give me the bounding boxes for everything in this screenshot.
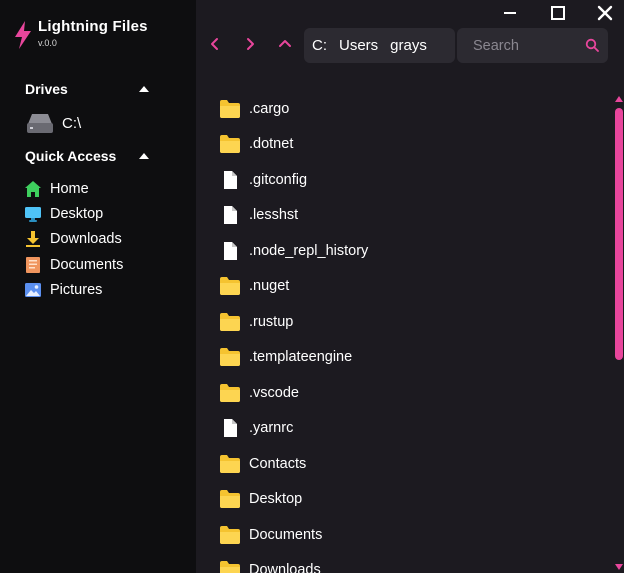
- file-name: .gitconfig: [249, 171, 308, 188]
- folder-icon: [219, 134, 241, 154]
- folder-icon: [219, 383, 241, 403]
- minimize-icon[interactable]: [501, 4, 519, 22]
- folder-icon: [219, 489, 241, 509]
- sidebar-item-label: Documents: [50, 256, 124, 273]
- maximize-icon[interactable]: [549, 4, 567, 22]
- sidebar-item-documents[interactable]: Documents: [24, 252, 123, 277]
- sidebar-item-label: C:\: [62, 114, 82, 132]
- file-icon: [219, 418, 241, 438]
- file-name: .lesshst: [249, 207, 299, 224]
- file-name: Downloads: [249, 562, 321, 573]
- file-row[interactable]: .cargo: [219, 91, 599, 127]
- up-button[interactable]: [277, 35, 293, 53]
- collapse-caret-icon[interactable]: [139, 153, 149, 159]
- drives-heading[interactable]: Drives: [25, 79, 153, 99]
- app-brand: Lightning Files v.0.0: [12, 18, 148, 50]
- breadcrumb-segment[interactable]: grays: [390, 37, 427, 54]
- desktop-icon: [25, 206, 41, 222]
- file-list: .cargo .dotnet .gitconfig .lesshst .node_rep…: [219, 91, 599, 573]
- search-box[interactable]: [457, 28, 608, 63]
- file-name: Contacts: [249, 455, 307, 472]
- sidebar-item-desktop[interactable]: Desktop: [24, 201, 123, 226]
- folder-icon: [219, 276, 241, 296]
- quick-access-heading[interactable]: Quick Access: [25, 146, 153, 166]
- file-icon: [219, 170, 241, 190]
- file-row[interactable]: Downloads: [219, 553, 599, 573]
- file-icon: [219, 205, 241, 225]
- scroll-down-arrow-icon[interactable]: [614, 563, 624, 571]
- sidebar-item-downloads[interactable]: Downloads: [24, 227, 123, 252]
- scroll-up-arrow-icon[interactable]: [614, 95, 624, 103]
- drives-heading-label: Drives: [25, 81, 68, 97]
- scrollbar-thumb[interactable]: [615, 108, 623, 360]
- picture-icon: [25, 282, 41, 297]
- quick-access-heading-label: Quick Access: [25, 148, 117, 164]
- folder-icon: [219, 454, 241, 474]
- file-row[interactable]: .nuget: [219, 269, 599, 305]
- file-row[interactable]: .yarnrc: [219, 411, 599, 447]
- file-name: Desktop: [249, 491, 303, 508]
- sidebar-item-label: Desktop: [50, 205, 104, 222]
- file-row[interactable]: .gitconfig: [219, 162, 599, 198]
- drive-icon: [27, 114, 53, 133]
- back-button[interactable]: [207, 35, 223, 53]
- file-name: .nuget: [249, 278, 290, 295]
- search-input[interactable]: [473, 37, 581, 54]
- file-name: .node_repl_history: [249, 242, 369, 259]
- file-row[interactable]: .vscode: [219, 375, 599, 411]
- file-name: .rustup: [249, 313, 294, 330]
- sidebar-item-drive-c[interactable]: C:\: [26, 111, 81, 135]
- sidebar: Lightning Files v.0.0 Drives C:\ Quick A…: [0, 0, 196, 573]
- folder-icon: [219, 312, 241, 332]
- lightning-icon: [15, 21, 31, 49]
- file-row[interactable]: Contacts: [219, 446, 599, 482]
- sidebar-item-label: Downloads: [50, 231, 122, 248]
- forward-button[interactable]: [242, 35, 258, 53]
- sidebar-item-pictures[interactable]: Pictures: [24, 277, 123, 302]
- download-icon: [26, 231, 40, 248]
- file-name: .templateengine: [249, 349, 353, 366]
- file-name: .vscode: [249, 384, 299, 401]
- file-row[interactable]: .templateengine: [219, 340, 599, 376]
- breadcrumb-segment[interactable]: Users: [339, 37, 378, 54]
- app-title: Lightning Files: [38, 18, 148, 35]
- breadcrumb-segment[interactable]: C:: [312, 37, 327, 54]
- file-name: .cargo: [249, 100, 290, 117]
- sidebar-item-label: Home: [50, 180, 89, 197]
- folder-icon: [219, 525, 241, 545]
- file-name: Documents: [249, 526, 323, 543]
- file-name: .dotnet: [249, 136, 294, 153]
- home-icon: [25, 180, 41, 197]
- file-name: .yarnrc: [249, 420, 294, 437]
- file-row[interactable]: Documents: [219, 517, 599, 553]
- search-icon[interactable]: [585, 38, 599, 52]
- collapse-caret-icon[interactable]: [139, 86, 149, 92]
- file-row[interactable]: .dotnet: [219, 127, 599, 163]
- document-icon: [26, 256, 40, 273]
- sidebar-item-label: Pictures: [50, 281, 103, 298]
- breadcrumb[interactable]: C: Users grays: [304, 28, 455, 63]
- file-row[interactable]: Desktop: [219, 482, 599, 518]
- file-row[interactable]: .lesshst: [219, 198, 599, 234]
- sidebar-item-home[interactable]: Home: [24, 176, 123, 201]
- folder-icon: [219, 347, 241, 367]
- quick-access-list: Home Desktop Downloads Documents Picture…: [24, 176, 123, 302]
- close-icon[interactable]: [596, 4, 614, 22]
- file-icon: [219, 241, 241, 261]
- file-row[interactable]: .rustup: [219, 304, 599, 340]
- folder-icon: [219, 99, 241, 119]
- folder-icon: [219, 560, 241, 573]
- file-row[interactable]: .node_repl_history: [219, 233, 599, 269]
- app-version: v.0.0: [38, 38, 57, 48]
